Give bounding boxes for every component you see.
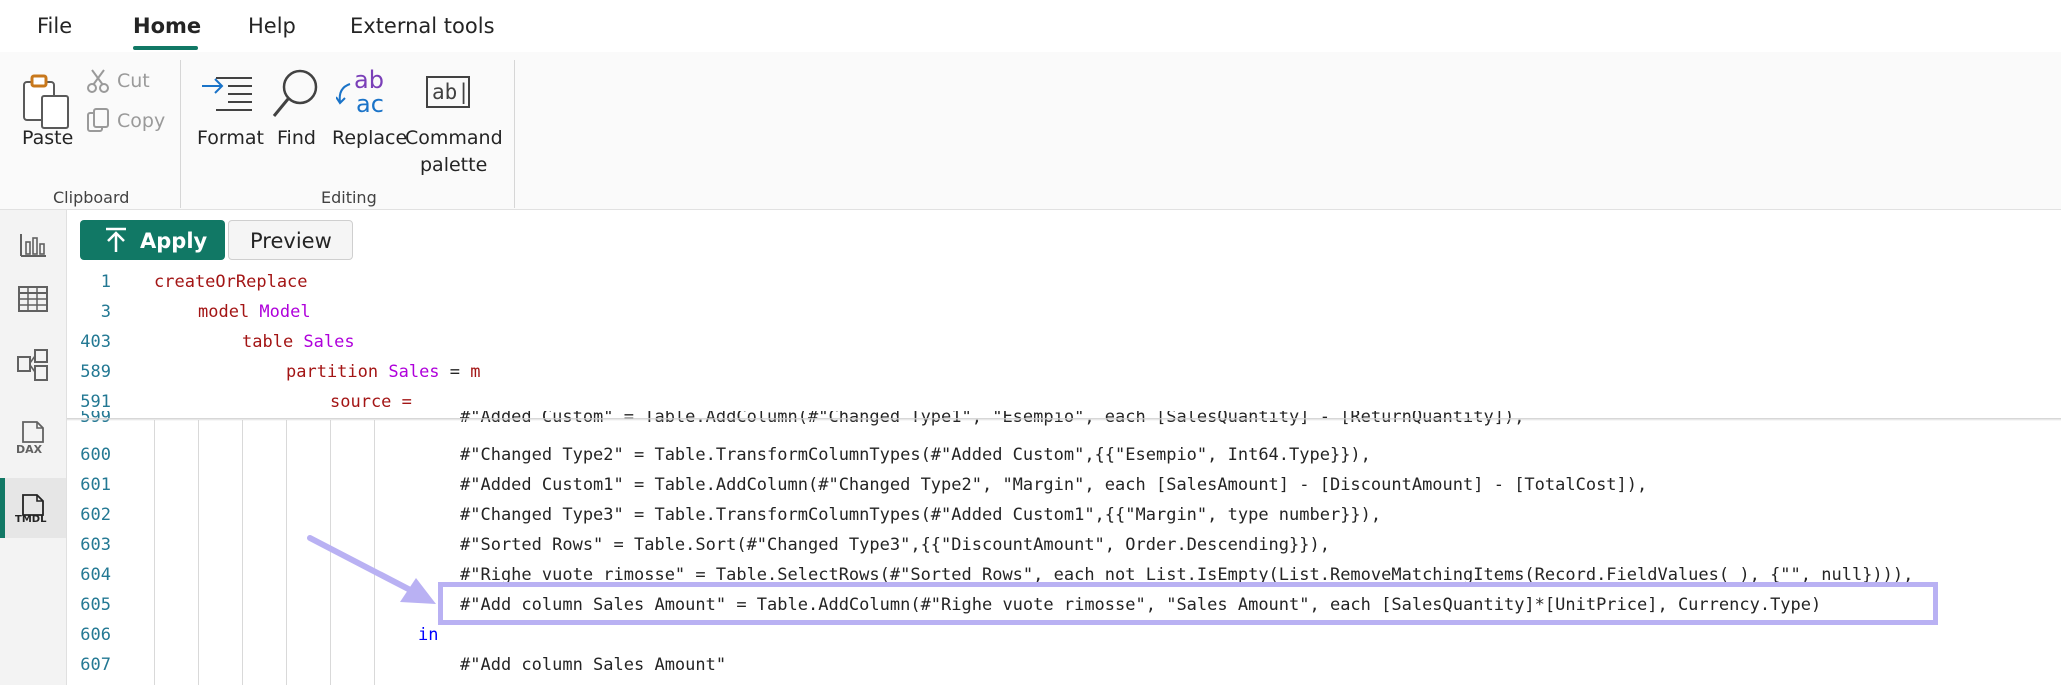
rail-table-view[interactable] (0, 270, 66, 330)
line-number: 607 (80, 655, 111, 675)
view-rail: DAX (0, 210, 67, 685)
command-palette-label-line2: palette (420, 154, 488, 176)
menu-bar: File Home Help External tools (0, 0, 2061, 52)
sticky-line: 1 createOrReplace (67, 268, 2061, 298)
replace-icon-bottom: ac (356, 90, 384, 118)
dax-query-view-icon (22, 421, 44, 443)
model-view-icon (17, 349, 48, 381)
find-button[interactable] (270, 68, 320, 122)
line-number: 601 (80, 475, 111, 495)
command-palette-icon: ab| (426, 76, 470, 108)
scissors-icon (87, 69, 109, 93)
menu-file[interactable]: File (37, 14, 72, 38)
replace-button[interactable]: ab ac (336, 66, 396, 124)
rail-report-view[interactable] (0, 210, 66, 270)
highlight-box (438, 582, 1938, 625)
annotation-arrow-icon (307, 535, 436, 604)
clipboard-group-label: Clipboard (53, 188, 130, 207)
sticky-line: 589 partition Sales = m (67, 358, 2061, 388)
code-text: #"Add column Sales Amount" (460, 655, 727, 675)
line-number: 605 (80, 595, 111, 615)
code-line: 601 #"Added Custom1" = Table.AddColumn(#… (67, 471, 2061, 501)
command-palette-button[interactable]: ab| (426, 76, 478, 112)
command-palette-label-line1: Command (405, 127, 503, 149)
rail-model-view[interactable] (0, 335, 66, 395)
code-text: #"Changed Type3" = Table.TransformColumn… (460, 505, 1382, 525)
format-button[interactable] (200, 74, 254, 118)
paste-button[interactable] (20, 72, 76, 132)
line-number: 589 (80, 362, 111, 382)
cut-label: Cut (117, 70, 150, 92)
line-number: 603 (80, 535, 111, 555)
code-text: partition Sales = m (286, 362, 481, 382)
code-line: 600 #"Changed Type2" = Table.TransformCo… (67, 441, 2061, 471)
code-text: in (418, 625, 439, 645)
dax-label: DAX (16, 443, 43, 456)
ribbon-separator (180, 60, 181, 208)
rail-dax-query-view[interactable]: DAX (0, 415, 66, 475)
copy-label: Copy (117, 110, 166, 132)
code-text: source = (330, 392, 412, 412)
code-text: model Model (198, 302, 311, 322)
code-text: table Sales (242, 332, 355, 352)
replace-icon: ab ac (336, 66, 396, 124)
replace-label: Replace (332, 127, 408, 149)
line-number: 591 (80, 392, 111, 412)
sticky-scroll-shadow (67, 418, 2061, 421)
code-line: 602 #"Changed Type3" = Table.TransformCo… (67, 501, 2061, 531)
find-label: Find (277, 127, 316, 149)
code-text: #"Added Custom1" = Table.AddColumn(#"Cha… (460, 475, 1648, 495)
menu-external-tools[interactable]: External tools (350, 14, 495, 38)
tmdl-label: TMDL (15, 514, 47, 525)
paste-label: Paste (22, 127, 74, 149)
code-text: createOrReplace (154, 272, 308, 292)
table-view-icon (18, 286, 48, 312)
menu-home[interactable]: Home (133, 14, 201, 38)
upload-arrow-icon (106, 227, 126, 252)
menu-help[interactable]: Help (248, 14, 296, 38)
tmdl-view-icon (22, 494, 44, 516)
report-view-icon (20, 234, 46, 257)
code-text: #"Changed Type2" = Table.TransformColumn… (460, 445, 1371, 465)
sticky-line: 3 model Model (67, 298, 2061, 328)
ribbon: Paste Cut Copy Clipboard Format Find ab … (0, 52, 2061, 210)
line-number: 403 (80, 332, 111, 352)
line-number: 600 (80, 445, 111, 465)
code-line: 607 #"Add column Sales Amount" (67, 651, 2061, 681)
search-icon (272, 69, 318, 117)
format-icon (202, 77, 252, 111)
line-number: 1 (100, 272, 111, 292)
format-label: Format (197, 127, 264, 149)
preview-label: Preview (250, 229, 332, 253)
line-number: 606 (80, 625, 111, 645)
apply-label: Apply (140, 229, 208, 253)
command-icon-text: ab| (432, 80, 470, 104)
line-number: 3 (100, 302, 111, 322)
preview-button[interactable]: Preview (228, 220, 353, 260)
code-text: #"Sorted Rows" = Table.Sort(#"Changed Ty… (460, 535, 1330, 555)
code-line: 606 in (67, 621, 2061, 651)
line-number: 604 (80, 565, 111, 585)
active-menu-indicator (133, 46, 198, 50)
ribbon-separator (514, 60, 515, 208)
line-number: 602 (80, 505, 111, 525)
copy-icon (87, 108, 109, 132)
rail-tmdl-view[interactable]: TMDL (0, 478, 66, 538)
apply-button[interactable]: Apply (80, 220, 225, 260)
editing-group-label: Editing (321, 188, 377, 207)
sticky-line: 403 table Sales (67, 328, 2061, 358)
paste-icon (23, 74, 69, 129)
code-line: 599 #"Added Custom" = Table.AddColumn(#"… (67, 411, 2061, 433)
